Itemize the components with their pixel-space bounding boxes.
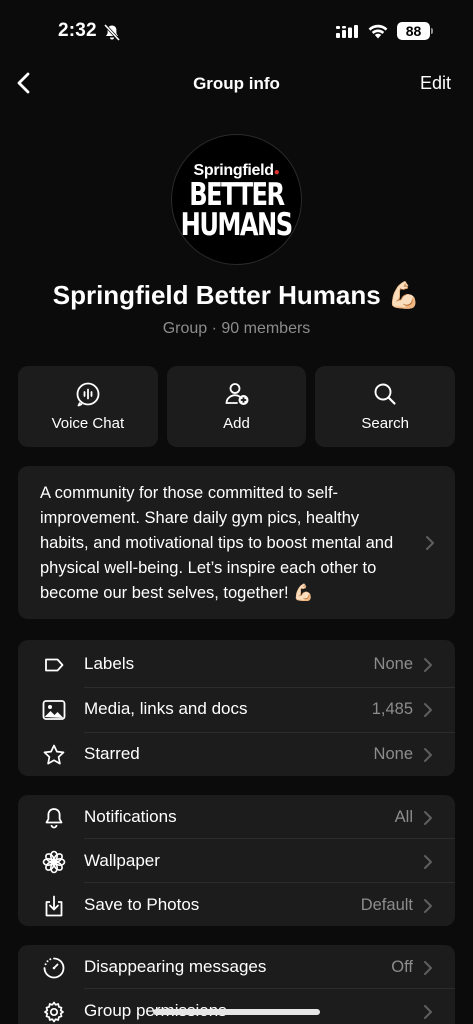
chevron-right-icon [425, 534, 435, 559]
search-button[interactable]: Search [315, 366, 456, 447]
wifi-icon [367, 22, 389, 44]
starred-label: Starred [84, 744, 140, 763]
disappearing-messages-value: Off [391, 957, 413, 976]
label-tag-icon [42, 653, 66, 677]
action-buttons: Voice Chat Add Search [18, 366, 456, 447]
group-permissions-row[interactable]: Group permissions [18, 989, 455, 1024]
notifications-row[interactable]: Notifications All [18, 795, 455, 839]
starred-value: None [373, 744, 413, 763]
chevron-right-icon [423, 1004, 433, 1024]
chevron-right-icon [423, 960, 433, 981]
save-download-icon [42, 894, 66, 918]
avatar-line-1: BETTER [189, 176, 285, 213]
wallpaper-flower-icon [42, 850, 66, 874]
group-subtitle: Group · 90 members [162, 320, 311, 337]
battery-cap [431, 28, 433, 34]
chevron-right-icon [423, 702, 433, 723]
status-time: 2:32 [58, 20, 97, 41]
edit-button[interactable]: Edit [420, 73, 451, 94]
group-name: Springfield Better Humans 💪🏻 [52, 280, 421, 310]
add-person-icon [225, 383, 248, 405]
notifications-label: Notifications [84, 807, 177, 826]
save-to-photos-row[interactable]: Save to Photos Default [18, 883, 455, 927]
battery-icon: 88 [397, 22, 430, 40]
media-links-docs-row[interactable]: Media, links and docs 1,485 [18, 687, 455, 731]
chevron-right-icon [423, 854, 433, 875]
save-to-photos-value: Default [360, 895, 413, 914]
add-label: Add [223, 415, 250, 432]
media-count: 1,485 [371, 699, 413, 718]
settings-section: Notifications All Wallpaper Save to Phot… [18, 795, 455, 926]
save-to-photos-label: Save to Photos [84, 895, 200, 914]
chevron-right-icon [423, 810, 433, 831]
wallpaper-label: Wallpaper [84, 851, 160, 870]
avatar-line-2: HUMANS [181, 206, 294, 243]
signal-icon [336, 25, 360, 43]
photo-icon [42, 698, 66, 722]
timer-icon [42, 956, 66, 980]
bell-icon [42, 806, 66, 830]
bell-slash-icon [103, 23, 121, 46]
chevron-right-icon [423, 657, 433, 678]
home-indicator [153, 1009, 320, 1015]
labels-row[interactable]: Labels None [18, 642, 455, 686]
group-description-text: A community for those committed to self-… [40, 484, 394, 602]
disappearing-messages-label: Disappearing messages [84, 957, 267, 976]
star-icon [42, 743, 66, 767]
search-icon [374, 383, 396, 405]
notifications-value: All [394, 807, 413, 826]
status-bar: 2:32 88 [0, 0, 473, 62]
search-label: Search [361, 415, 409, 432]
media-label: Media, links and docs [84, 699, 248, 718]
chevron-right-icon [423, 747, 433, 768]
voice-chat-button[interactable]: Voice Chat [18, 366, 158, 447]
labels-label: Labels [84, 654, 135, 673]
labels-value: None [373, 654, 413, 673]
voice-chat-label: Voice Chat [51, 415, 125, 432]
voice-chat-icon [76, 382, 100, 407]
group-avatar[interactable]: Springfield● BETTER HUMANS [171, 134, 302, 265]
add-button[interactable]: Add [166, 366, 307, 447]
starred-row[interactable]: Starred None [18, 732, 455, 776]
wallpaper-row[interactable]: Wallpaper [18, 839, 455, 883]
group-description[interactable]: A community for those committed to self-… [18, 466, 455, 619]
chevron-right-icon [423, 898, 433, 919]
gear-icon [42, 1000, 66, 1024]
disappearing-messages-row[interactable]: Disappearing messages Off [18, 945, 455, 989]
media-section: Labels None Media, links and docs 1,485 … [18, 640, 455, 776]
page-title: Group info [193, 74, 280, 93]
navigation-bar: Group info Edit [0, 62, 473, 106]
